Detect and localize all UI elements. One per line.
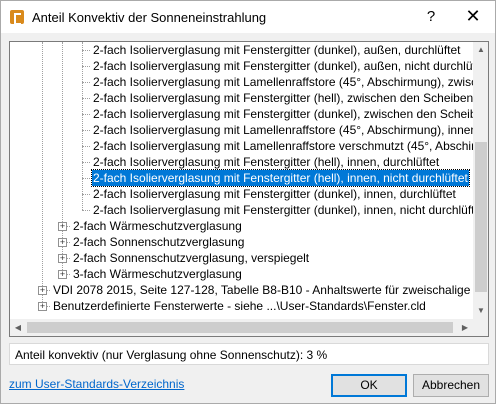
tree-connector: [82, 82, 90, 83]
tree-item-label: 2-fach Isolierverglasung mit Fenstergitt…: [93, 203, 473, 217]
tree-item[interactable]: 2-fach Isolierverglasung mit Fenstergitt…: [10, 154, 473, 170]
horizontal-scroll-thumb[interactable]: [27, 322, 453, 333]
tree-item[interactable]: +2-fach Sonnenschutzverglasung: [10, 234, 473, 250]
tree-connector: [82, 146, 90, 147]
dialog-window: Anteil Konvektiv der Sonneneinstrahlung …: [0, 0, 496, 404]
expand-plus-icon[interactable]: +: [58, 238, 67, 247]
tree-item-label: 2-fach Isolierverglasung mit Fenstergitt…: [93, 43, 461, 57]
tree-item-label: 2-fach Isolierverglasung mit Fenstergitt…: [93, 187, 456, 201]
tree-item[interactable]: 2-fach Isolierverglasung mit Fenstergitt…: [10, 58, 473, 74]
tree-item[interactable]: 2-fach Isolierverglasung mit Fenstergitt…: [10, 106, 473, 122]
tree-connector: [82, 66, 90, 67]
tree-item-label: 2-fach Isolierverglasung mit Fenstergitt…: [93, 59, 473, 73]
tree-item[interactable]: 2-fach Isolierverglasung mit Lamellenraf…: [10, 74, 473, 90]
scroll-down-icon[interactable]: ▼: [473, 303, 488, 319]
tree-item-label: 2-fach Isolierverglasung mit Fenstergitt…: [91, 169, 470, 187]
app-icon: [10, 10, 24, 25]
expand-plus-icon[interactable]: +: [38, 302, 47, 311]
cancel-button[interactable]: Abbrechen: [413, 374, 489, 397]
tree-item[interactable]: +3-fach Wärmeschutzverglasung: [10, 266, 473, 282]
vertical-scrollbar[interactable]: ▲ ▼: [473, 42, 488, 319]
tree-item-label: 2-fach Isolierverglasung mit Lamellenraf…: [93, 123, 473, 137]
tree-item[interactable]: 2-fach Isolierverglasung mit Fenstergitt…: [10, 42, 473, 58]
tree-item[interactable]: 2-fach Isolierverglasung mit Fenstergitt…: [10, 186, 473, 202]
ok-button[interactable]: OK: [331, 374, 407, 397]
expand-plus-icon[interactable]: +: [58, 270, 67, 279]
expand-plus-icon[interactable]: +: [58, 254, 67, 263]
tree-connector: [82, 162, 90, 163]
info-text: Anteil konvektiv (nur Verglasung ohne So…: [15, 348, 328, 362]
tree-item-label: VDI 2078 2015, Seite 127-128, Tabelle B8…: [53, 283, 473, 297]
tree-item[interactable]: +2-fach Wärmeschutzverglasung: [10, 218, 473, 234]
scroll-right-icon[interactable]: ▶: [457, 319, 473, 336]
help-button[interactable]: ?: [413, 1, 449, 33]
info-field: Anteil konvektiv (nur Verglasung ohne So…: [9, 343, 489, 365]
tree-content: 2-fach Isolierverglasung mit Fenstergitt…: [10, 42, 473, 319]
expand-plus-icon[interactable]: +: [38, 286, 47, 295]
tree-item-label: 2-fach Wärmeschutzverglasung: [73, 219, 242, 233]
tree-item-label: 2-fach Sonnenschutzverglasung: [73, 235, 245, 249]
expand-plus-icon[interactable]: +: [58, 222, 67, 231]
tree-item-label: 2-fach Isolierverglasung mit Fenstergitt…: [93, 107, 473, 121]
horizontal-scrollbar[interactable]: ◀ ▶: [10, 319, 473, 336]
tree-item-label: 2-fach Isolierverglasung mit Lamellenraf…: [93, 75, 473, 89]
tree-connector: [82, 50, 90, 51]
tree-connector: [82, 130, 90, 131]
tree-item[interactable]: 2-fach Isolierverglasung mit Lamellenraf…: [10, 138, 473, 154]
tree-connector: [82, 98, 90, 99]
tree-item-label: 2-fach Isolierverglasung mit Fenstergitt…: [93, 155, 440, 169]
scroll-left-icon[interactable]: ◀: [10, 319, 26, 336]
tree-connector: [82, 210, 90, 211]
tree-item-label: 2-fach Isolierverglasung mit Fenstergitt…: [93, 91, 473, 105]
tree-item[interactable]: + VDI 2078 2015, Seite 127-128, Tabelle B…: [10, 282, 473, 298]
tree-item-label: 2-fach Sonnenschutzverglasung, verspiege…: [73, 251, 310, 265]
vertical-scroll-thumb[interactable]: [475, 142, 487, 292]
scrollbar-corner: [473, 319, 488, 336]
tree-item-label: 2-fach Isolierverglasung mit Lamellenraf…: [93, 139, 473, 153]
title-bar[interactable]: Anteil Konvektiv der Sonneneinstrahlung …: [1, 1, 495, 33]
tree-item[interactable]: 2-fach Isolierverglasung mit Fenstergitt…: [10, 90, 473, 106]
tree-connector: [82, 114, 90, 115]
tree-item[interactable]: 2-fach Isolierverglasung mit Fenstergitt…: [10, 202, 473, 218]
tree-connector: [82, 194, 90, 195]
tree-item-label: 3-fach Wärmeschutzverglasung: [73, 267, 242, 281]
tree-item-label: Benutzerdefinierte Fensterwerte - siehe …: [53, 299, 426, 313]
tree-item[interactable]: 2-fach Isolierverglasung mit Lamellenraf…: [10, 122, 473, 138]
scroll-up-icon[interactable]: ▲: [473, 42, 488, 58]
tree-view[interactable]: 2-fach Isolierverglasung mit Fenstergitt…: [9, 41, 489, 337]
close-button[interactable]: ✕: [453, 1, 493, 33]
tree-connector: [82, 178, 90, 179]
tree-item[interactable]: + Benutzerdefinierte Fensterwerte - siehe…: [10, 298, 473, 314]
tree-item[interactable]: 2-fach Isolierverglasung mit Fenstergitt…: [10, 169, 473, 187]
window-title: Anteil Konvektiv der Sonneneinstrahlung: [32, 10, 267, 25]
tree-item[interactable]: +2-fach Sonnenschutzverglasung, verspieg…: [10, 250, 473, 266]
user-standards-link[interactable]: zum User-Standards-Verzeichnis: [9, 377, 184, 391]
